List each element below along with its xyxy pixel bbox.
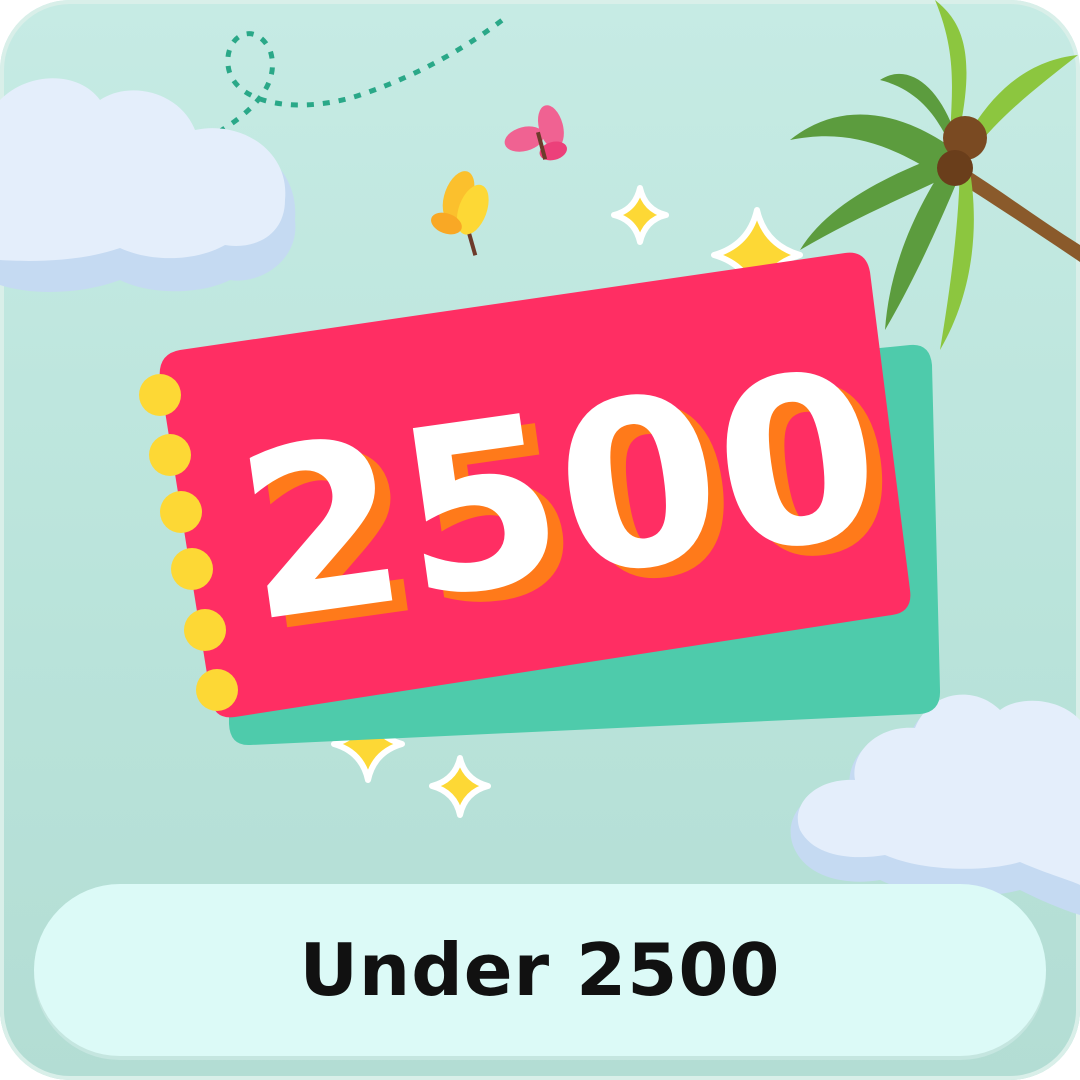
butterfly-icon — [504, 105, 568, 161]
cloud-icon — [790, 694, 1080, 915]
dotted-path-decoration — [203, 16, 507, 143]
category-label: Under 2500 — [299, 928, 781, 1012]
butterfly-icon — [431, 171, 489, 256]
category-label-pill[interactable]: Under 2500 — [34, 884, 1046, 1056]
category-tile-under-2500[interactable]: 2500 2500 Under 2500 — [0, 0, 1080, 1080]
